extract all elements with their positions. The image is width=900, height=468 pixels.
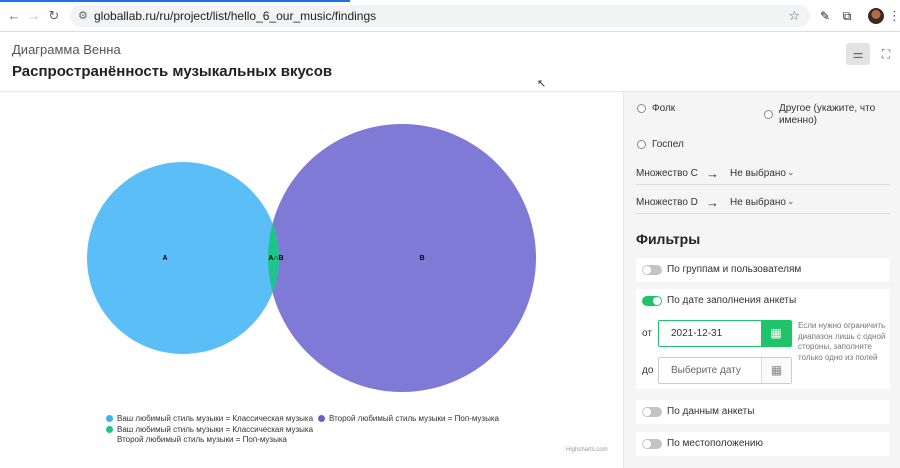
calendar-icon[interactable]: ▦: [761, 321, 791, 346]
legend-item-a[interactable]: Ваш любимый стиль музыки = Классическая …: [106, 414, 313, 424]
filter-by-date: По дате заполнения анкеты от 2021-12-31 …: [636, 289, 890, 389]
set-c-label: Множество C: [636, 168, 698, 179]
address-bar[interactable]: ⚙ globallab.ru/ru/project/list/hello_6_o…: [70, 5, 810, 27]
legend-item-b[interactable]: Второй любимый стиль музыки = Поп-музыка: [318, 414, 499, 424]
chevron-down-icon[interactable]: ⌄: [787, 167, 795, 178]
filter-label: По данным анкеты: [667, 406, 755, 417]
star-icon[interactable]: ☆: [788, 8, 800, 24]
venn-svg: A A∩B B: [87, 124, 536, 392]
date-to-label: до: [642, 365, 654, 376]
option-label: Госпел: [652, 139, 684, 150]
calendar-icon[interactable]: ▦: [761, 358, 791, 383]
toggle-switch[interactable]: [642, 296, 662, 306]
venn-set-a[interactable]: [87, 162, 279, 354]
kebab-icon[interactable]: ⋮: [888, 8, 900, 24]
arrow-right-icon: →: [706, 195, 719, 210]
browser-toolbar: ← → ↻ ⚙ globallab.ru/ru/project/list/hel…: [0, 0, 900, 32]
pen-extension-icon[interactable]: ✎: [816, 7, 834, 25]
legend-text-a: Ваш любимый стиль музыки = Классическая …: [117, 414, 314, 423]
date-from-field[interactable]: 2021-12-31 ▦: [658, 320, 792, 347]
fullscreen-icon[interactable]: ⛶: [874, 43, 898, 65]
profile-avatar[interactable]: [868, 8, 884, 24]
url-text[interactable]: globallab.ru/ru/project/list/hello_6_our…: [94, 9, 376, 23]
radio-icon[interactable]: [764, 110, 773, 119]
set-c-row: Множество C → Не выбрано ⌄: [636, 165, 890, 185]
arrow-right-icon: →: [706, 166, 719, 181]
date-to-field[interactable]: Выберите дату ▦: [658, 357, 792, 384]
filter-by-data[interactable]: По данным анкеты: [636, 400, 890, 424]
page-subtitle: Диаграмма Венна: [12, 42, 121, 57]
page-load-progress: [0, 0, 350, 2]
venn-label-ab: A∩B: [268, 255, 283, 262]
legend-item-ab[interactable]: Ваш любимый стиль музыки = Классическая …: [106, 425, 313, 445]
chevron-down-icon[interactable]: ⌄: [787, 196, 795, 207]
filter-label: По группам и пользователям: [667, 264, 802, 275]
option-label: Фолк: [652, 103, 676, 114]
puzzle-extension-icon[interactable]: ⧉: [838, 7, 856, 25]
page-title: Распространённость музыкальных вкусов: [12, 63, 333, 80]
arrow-right-icon[interactable]: →: [26, 8, 42, 24]
option-label: Другое (укажите, что именно): [779, 103, 876, 126]
filter-by-location[interactable]: По местоположению: [636, 432, 890, 456]
radio-icon[interactable]: [637, 140, 646, 149]
option-other[interactable]: Другое (укажите, что именно): [764, 103, 894, 127]
date-hint: Если нужно ограничить диапазон лишь с од…: [798, 321, 886, 362]
option-gospel[interactable]: Госпел: [637, 139, 684, 151]
legend-dot-a: [106, 415, 113, 422]
filter-by-groups[interactable]: По группам и пользователям: [636, 258, 890, 282]
legend-text-b: Второй любимый стиль музыки = Поп-музыка: [329, 414, 499, 423]
site-settings-icon[interactable]: ⚙: [78, 9, 88, 22]
reload-icon[interactable]: ↻: [46, 8, 62, 24]
legend-dot-ab: [106, 426, 113, 433]
filter-label: По местоположению: [667, 438, 764, 449]
date-from-value: 2021-12-31: [671, 328, 723, 339]
radio-icon[interactable]: [637, 104, 646, 113]
legend-text-ab-1: Ваш любимый стиль музыки = Классическая …: [117, 425, 314, 434]
set-c-dropdown[interactable]: Не выбрано: [730, 168, 786, 179]
filter-label: По дате заполнения анкеты: [667, 295, 797, 306]
date-from-label: от: [642, 328, 652, 339]
option-folk[interactable]: Фолк: [637, 103, 675, 115]
filters-heading: Фильтры: [636, 231, 701, 247]
chart-credits[interactable]: Highcharts.com: [566, 447, 608, 453]
sliders-icon[interactable]: ⚌: [846, 43, 870, 65]
venn-label-b: B: [419, 255, 424, 262]
date-to-placeholder: Выберите дату: [671, 365, 741, 376]
set-d-label: Множество D: [636, 197, 698, 208]
venn-set-b[interactable]: [268, 124, 536, 392]
toggle-switch[interactable]: [642, 439, 662, 449]
set-d-dropdown[interactable]: Не выбрано: [730, 197, 786, 208]
venn-chart: A A∩B B Ваш любимый стиль музыки = Класс…: [0, 92, 623, 468]
legend-dot-b: [318, 415, 325, 422]
set-d-row: Множество D → Не выбрано ⌄: [636, 194, 890, 214]
mouse-cursor-icon: ↖: [537, 78, 547, 90]
toggle-switch[interactable]: [642, 265, 662, 275]
toggle-switch[interactable]: [642, 407, 662, 417]
settings-sidebar: Фолк Другое (укажите, что именно) Госпел…: [623, 92, 900, 468]
legend-text-ab-2: Второй любимый стиль музыки = Поп-музыка: [117, 435, 287, 444]
venn-label-a: A: [162, 255, 167, 262]
arrow-left-icon[interactable]: ←: [6, 8, 22, 24]
